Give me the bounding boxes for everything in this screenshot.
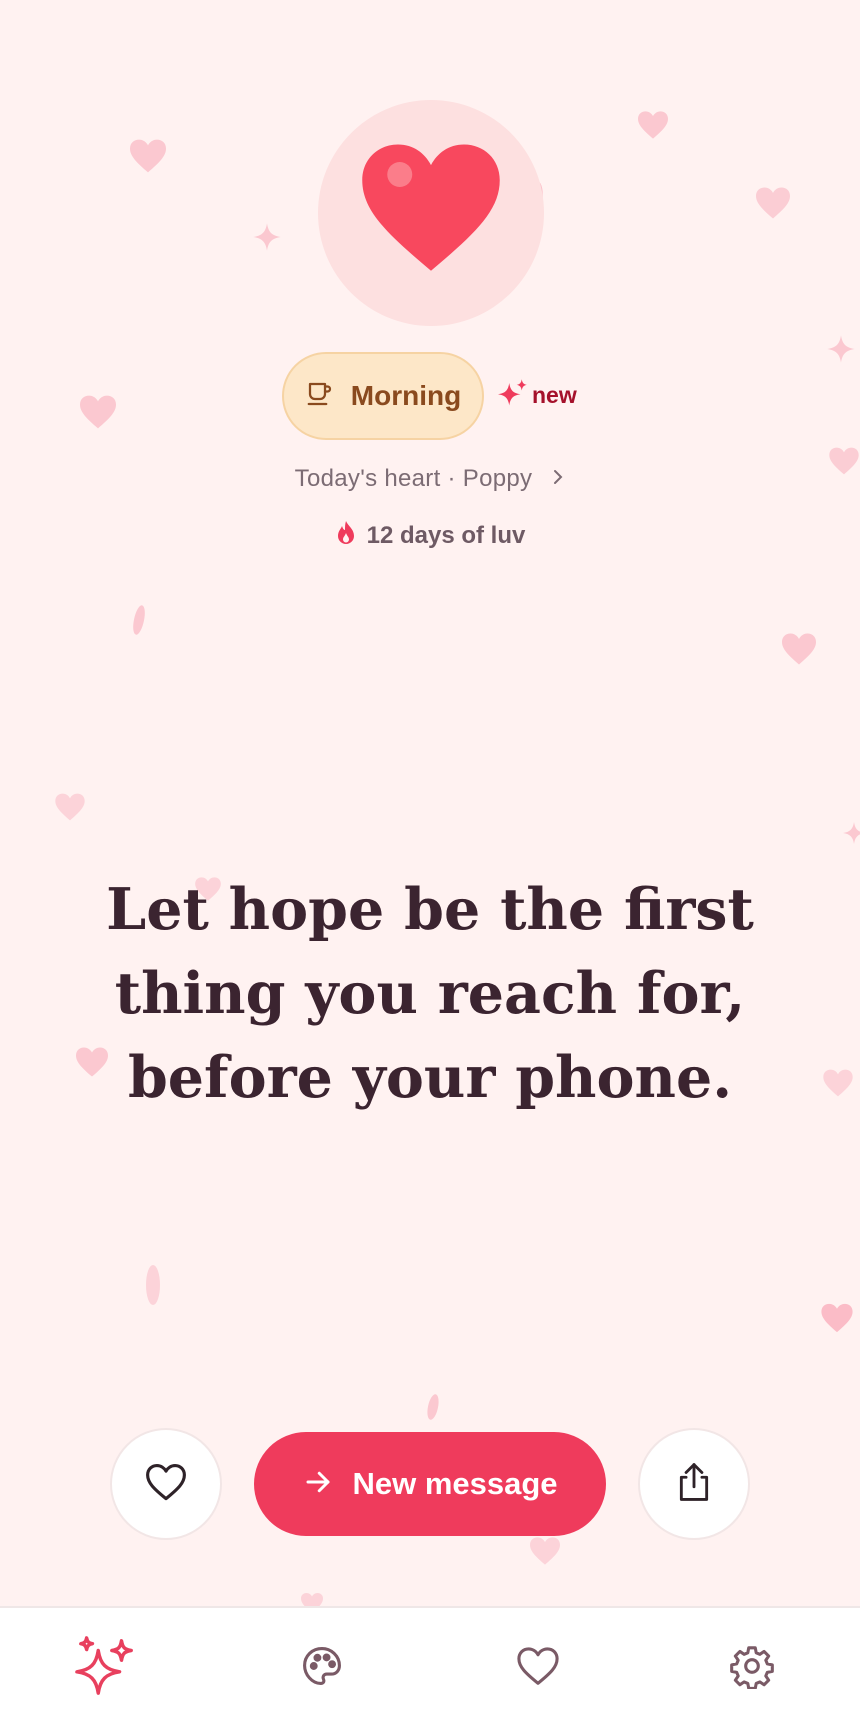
nav-item-themes[interactable] bbox=[292, 1638, 352, 1698]
floating-heart-icon bbox=[780, 632, 818, 666]
floating-heart-icon bbox=[820, 1302, 854, 1334]
bottom-nav bbox=[0, 1606, 860, 1720]
new-message-label: New message bbox=[352, 1466, 558, 1501]
petal-icon bbox=[132, 604, 146, 636]
heart-outline-icon bbox=[145, 1462, 187, 1507]
new-badge-label: new bbox=[532, 382, 577, 408]
chevron-right-icon bbox=[551, 465, 565, 493]
floating-heart-icon bbox=[128, 138, 168, 174]
new-message-button[interactable]: New message bbox=[254, 1432, 606, 1536]
sparkle-icon bbox=[842, 818, 860, 848]
heart-icon bbox=[356, 138, 506, 276]
todays-heart-label: Today's heart · Poppy bbox=[294, 465, 533, 492]
new-badge: new bbox=[498, 378, 577, 413]
petal-icon bbox=[144, 1264, 162, 1306]
cup-icon bbox=[305, 379, 335, 414]
share-button[interactable] bbox=[638, 1428, 750, 1540]
settings-gear-icon bbox=[729, 1643, 775, 1694]
share-icon bbox=[675, 1461, 713, 1508]
todays-heart-link[interactable]: Today's heart · Poppy bbox=[0, 465, 860, 493]
app-screen: Morning new Today's heart · Poppy 12 day… bbox=[0, 0, 860, 1720]
sparkle-icon bbox=[826, 334, 856, 364]
sparkles-icon bbox=[75, 1635, 137, 1702]
favorite-button[interactable] bbox=[110, 1428, 222, 1540]
palette-icon bbox=[300, 1644, 344, 1693]
time-of-day-chip[interactable]: Morning bbox=[282, 352, 484, 440]
streak-text: 12 days of luv bbox=[366, 521, 526, 549]
floating-heart-icon bbox=[636, 110, 670, 140]
nav-item-favorites[interactable] bbox=[508, 1638, 568, 1698]
daily-quote: Let hope be the first thing you reach fo… bbox=[106, 876, 754, 1111]
sparkle-icon bbox=[498, 378, 528, 413]
floating-heart-icon bbox=[78, 394, 118, 430]
floating-heart-icon bbox=[754, 186, 792, 220]
arrow-right-icon bbox=[302, 1467, 334, 1502]
flame-icon bbox=[335, 520, 357, 551]
floating-heart-icon bbox=[54, 792, 86, 822]
sparkle-icon bbox=[252, 222, 282, 252]
nav-item-settings[interactable] bbox=[722, 1638, 782, 1698]
time-chip-label: Morning bbox=[350, 380, 462, 411]
floating-heart-icon bbox=[528, 1536, 562, 1566]
nav-item-inspire[interactable] bbox=[75, 1635, 136, 1698]
floating-heart-icon bbox=[822, 1068, 854, 1098]
streak-indicator: 12 days of luv bbox=[0, 520, 860, 551]
petal-icon bbox=[426, 1392, 440, 1422]
heart-icon bbox=[516, 1646, 560, 1691]
